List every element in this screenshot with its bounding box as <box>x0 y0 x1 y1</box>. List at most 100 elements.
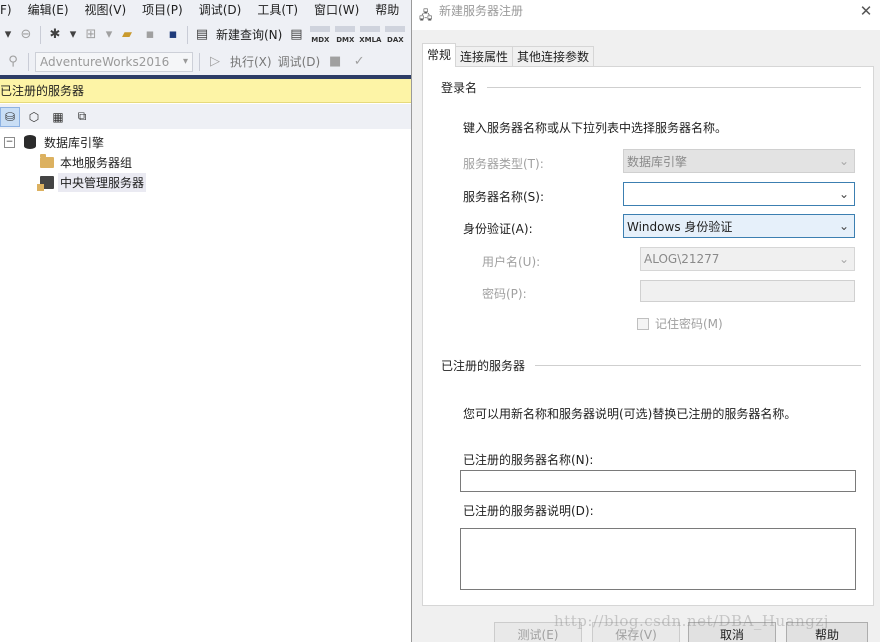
server-type-label: 服务器类型(T): <box>463 157 544 171</box>
registered-server-instruction: 您可以用新名称和服务器说明(可选)替换已注册的服务器名称。 <box>463 407 797 421</box>
server-type-value: 数据库引擎 <box>627 154 688 169</box>
menu-debug[interactable]: 调试(D) <box>191 0 250 21</box>
general-tab-page: 登录名 键入服务器名称或从下拉列表中选择服务器名称。 服务器类型(T): 数据库… <box>422 66 874 606</box>
forward-icon[interactable]: ⊖ <box>17 26 35 44</box>
parse-check-icon[interactable]: ✓ <box>350 53 368 71</box>
dmx-query-icon[interactable]: DMX <box>335 25 356 44</box>
tree-node-label: 数据库引擎 <box>44 135 105 150</box>
standard-toolbar: ▾ ⊖ ✱ ▾ ⊞ ▾ ▰ ▪ ▪ ▤ 新建查询(N) ▤ MDX DMX XM… <box>0 21 412 48</box>
menu-project[interactable]: 项目(P) <box>134 0 191 21</box>
menu-help[interactable]: 帮助 <box>367 0 407 21</box>
xmla-query-icon[interactable]: XMLA <box>359 25 381 44</box>
toolbar-separator <box>28 52 29 71</box>
database-engine-icon[interactable]: ⛁ <box>0 106 20 127</box>
dialog-title: 新建服务器注册 <box>439 4 524 18</box>
chevron-down-icon: ⌄ <box>838 187 850 201</box>
watermark-text: http://blog.csdn.net/DBA_Huangzj <box>554 612 829 630</box>
authentication-select[interactable]: Windows 身份验证 ⌄ <box>623 214 855 238</box>
database-engine-icon <box>24 135 36 149</box>
registered-servers-toolbar: ⛁ ⬡ ▦ ⧉ <box>0 104 412 129</box>
dax-query-icon[interactable]: DAX <box>385 25 406 44</box>
registered-server-group-title: 已注册的服务器 <box>441 359 526 373</box>
folder-icon <box>40 153 54 168</box>
password-label: 密码(P): <box>482 287 527 301</box>
chevron-down-icon: ▾ <box>182 56 188 67</box>
username-label: 用户名(U): <box>482 255 541 269</box>
tree-node-label: 本地服务器组 <box>60 155 133 170</box>
authentication-label: 身份验证(A): <box>463 222 533 236</box>
tree-node-label: 中央管理服务器 <box>58 172 147 192</box>
menu-tools[interactable]: 工具(T) <box>249 0 306 21</box>
connect-icon[interactable]: ⚲ <box>4 53 22 71</box>
server-name-label: 服务器名称(S): <box>463 190 545 204</box>
server-icon <box>37 175 54 191</box>
server-name-select[interactable]: ⌄ <box>623 182 855 206</box>
server-registration-icon: 🖧 <box>419 8 433 22</box>
menu-window[interactable]: 窗口(W) <box>306 0 367 21</box>
remember-password-label: 记住密码(M) <box>655 317 723 331</box>
execute-button[interactable]: 执行(X) <box>230 53 272 70</box>
close-icon[interactable]: ✕ <box>858 3 874 19</box>
database-select[interactable]: AdventureWorks2016 ▾ <box>35 51 193 72</box>
registered-server-description-input[interactable] <box>460 528 856 590</box>
tree-node-local-server-group[interactable]: 本地服务器组 <box>40 152 132 172</box>
save-icon[interactable]: ▪ <box>141 26 159 44</box>
save-all-icon[interactable]: ▪ <box>164 26 182 44</box>
tree-node-database-engine[interactable]: − 数据库引擎 <box>4 132 104 152</box>
dropdown-arrow-icon[interactable]: ▾ <box>69 26 77 44</box>
database-select-value: AdventureWorks2016 <box>40 54 170 69</box>
registered-servers-tree: − 数据库引擎 本地服务器组 中央管理服务器 <box>0 130 412 642</box>
debug-button[interactable]: 调试(D) <box>278 53 321 70</box>
chevron-down-icon: ⌄ <box>838 154 850 168</box>
login-group-title: 登录名 <box>441 81 478 95</box>
registered-server-group-header: 已注册的服务器 <box>441 357 861 374</box>
tree-node-central-management-servers[interactable]: 中央管理服务器 <box>37 172 147 192</box>
registered-server-name-input[interactable] <box>460 470 856 492</box>
login-instruction: 键入服务器名称或从下拉列表中选择服务器名称。 <box>463 121 728 135</box>
username-select[interactable]: ALOG\21277 ⌄ <box>640 247 855 271</box>
open-folder-icon[interactable]: ▰ <box>118 26 136 44</box>
new-query-button[interactable]: 新建查询(N) <box>216 26 282 43</box>
menu-view[interactable]: 视图(V) <box>77 0 135 21</box>
dropdown-arrow-icon[interactable]: ▾ <box>105 26 113 44</box>
remember-password-option[interactable]: 记住密码(M) <box>637 315 723 332</box>
dialog-tabs: 常规 连接属性 其他连接参数 <box>422 43 595 67</box>
chevron-down-icon: ⌄ <box>838 219 850 233</box>
tab-connection-properties[interactable]: 连接属性 <box>455 46 514 67</box>
collapse-icon[interactable]: − <box>4 136 15 148</box>
dialog-titlebar: 🖧 新建服务器注册 ✕ <box>412 0 880 30</box>
group-divider <box>487 87 861 88</box>
new-server-registration-dialog: 🖧 新建服务器注册 ✕ 常规 连接属性 其他连接参数 登录名 键入服务器名称或从… <box>411 0 880 642</box>
database-engine-query-icon[interactable]: ▤ <box>287 26 305 44</box>
integration-services-icon[interactable]: ⧉ <box>72 107 92 127</box>
login-group-header: 登录名 <box>441 79 861 96</box>
execute-icon[interactable]: ▷ <box>206 53 224 71</box>
stop-icon[interactable]: ■ <box>326 53 344 71</box>
dropdown-arrow-icon[interactable]: ▾ <box>4 26 12 44</box>
authentication-value: Windows 身份验证 <box>627 219 733 234</box>
menu-edit[interactable]: 编辑(E) <box>20 0 77 21</box>
new-query-icon[interactable]: ▤ <box>193 26 211 44</box>
registered-server-description-label: 已注册的服务器说明(D): <box>463 504 594 518</box>
toolbar-separator <box>199 52 200 71</box>
tab-general[interactable]: 常规 <box>422 43 457 67</box>
server-type-select[interactable]: 数据库引擎 ⌄ <box>623 149 855 173</box>
add-item-icon[interactable]: ⊞ <box>82 26 100 44</box>
toolbar-separator <box>40 25 41 44</box>
menu-bar: F) 编辑(E) 视图(V) 项目(P) 调试(D) 工具(T) 窗口(W) 帮… <box>0 0 412 21</box>
password-input[interactable] <box>640 280 855 302</box>
reporting-services-icon[interactable]: ▦ <box>48 107 68 127</box>
registered-server-name-label: 已注册的服务器名称(N): <box>463 453 594 467</box>
registered-servers-panel-title: 已注册的服务器 <box>0 79 412 103</box>
toolbar-separator <box>187 25 188 44</box>
menu-file[interactable]: F) <box>0 0 20 21</box>
mdx-query-icon[interactable]: MDX <box>310 25 331 44</box>
sql-editor-toolbar: ⚲ AdventureWorks2016 ▾ ▷ 执行(X) 调试(D) ■ ✓ <box>0 48 412 75</box>
tab-additional-connection-parameters[interactable]: 其他连接参数 <box>512 46 595 67</box>
group-divider <box>535 365 861 366</box>
chevron-down-icon: ⌄ <box>838 252 850 266</box>
remember-password-checkbox[interactable] <box>637 317 649 330</box>
username-value: ALOG\21277 <box>644 252 720 266</box>
new-project-icon[interactable]: ✱ <box>46 26 64 44</box>
analysis-services-icon[interactable]: ⬡ <box>24 107 44 127</box>
